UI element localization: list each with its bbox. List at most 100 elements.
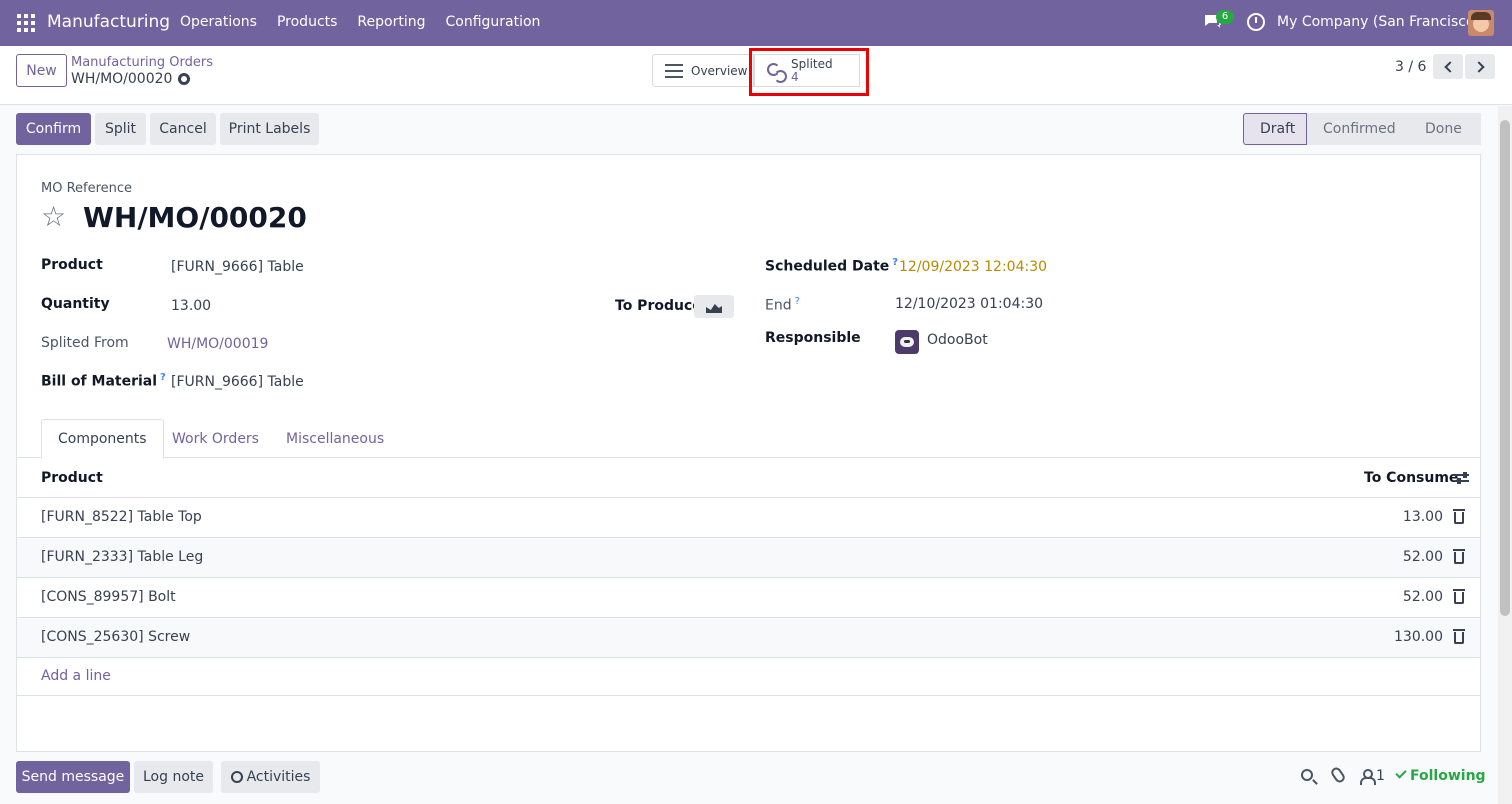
trash-icon[interactable] (1453, 509, 1465, 524)
star-icon[interactable]: ☆ (41, 203, 66, 231)
scrollbar-thumb[interactable] (1500, 120, 1510, 616)
row-product[interactable]: [CONS_89957] Bolt (41, 589, 176, 605)
search-icon[interactable] (1301, 769, 1313, 781)
log-note-button[interactable]: Log note (134, 761, 213, 793)
trash-icon[interactable] (1453, 589, 1465, 604)
pager-value[interactable]: 3 / 6 (1395, 59, 1426, 75)
row-to-consume[interactable]: 52.00 (1403, 549, 1443, 565)
cancel-button[interactable]: Cancel (150, 113, 216, 145)
to-produce-label: To Produce (615, 298, 702, 314)
add-line-row (17, 658, 1480, 696)
row-to-consume[interactable]: 13.00 (1403, 509, 1443, 525)
app-name[interactable]: Manufacturing (47, 12, 170, 32)
status-bar: Draft Confirmed Done (1243, 113, 1481, 145)
bom-field[interactable]: [FURN_9666] Table (171, 374, 304, 390)
tab-work-orders[interactable]: Work Orders (156, 419, 275, 458)
row-product[interactable]: [FURN_2333] Table Leg (41, 549, 203, 565)
overview-label: Overview (691, 63, 748, 78)
end-label: End? (765, 296, 800, 314)
attachment-icon[interactable] (1329, 765, 1347, 785)
help-icon[interactable]: ? (795, 296, 800, 307)
splited-from-label: Splited From (41, 335, 129, 351)
column-product[interactable]: Product (41, 470, 103, 486)
row-to-consume[interactable]: 52.00 (1403, 589, 1443, 605)
apps-grid-icon[interactable] (17, 14, 35, 32)
pager-previous-button[interactable] (1433, 54, 1463, 79)
product-field[interactable]: [FURN_9666] Table (171, 259, 304, 275)
followers-icon[interactable] (1360, 769, 1376, 785)
forecast-graph-button[interactable] (694, 295, 734, 318)
components-table-header: Product To Consume (17, 458, 1480, 498)
new-button[interactable]: New (16, 54, 67, 87)
quantity-field[interactable]: 13.00 (171, 298, 211, 314)
end-date-field[interactable]: 12/10/2023 01:04:30 (895, 296, 1043, 312)
followers-count[interactable]: 1 (1376, 768, 1385, 784)
help-icon[interactable]: ? (892, 257, 898, 268)
scheduled-date-label: Scheduled Date? (765, 257, 899, 275)
table-row[interactable]: [FURN_8522] Table Top 13.00 (17, 498, 1480, 538)
tab-miscellaneous[interactable]: Miscellaneous (270, 419, 400, 458)
splited-count: 4 (791, 69, 799, 84)
form-sheet: MO Reference ☆ WH/MO/00020 Product [FURN… (16, 154, 1481, 752)
top-navbar: Manufacturing Operations Products Report… (0, 0, 1512, 46)
status-draft[interactable]: Draft (1243, 113, 1307, 145)
menu-reporting[interactable]: Reporting (357, 14, 425, 30)
table-row[interactable]: [FURN_2333] Table Leg 52.00 (17, 538, 1480, 578)
row-product[interactable]: [FURN_8522] Table Top (41, 509, 202, 525)
column-to-consume[interactable]: To Consume (1364, 470, 1458, 486)
chevron-right-icon (1472, 60, 1485, 73)
row-product[interactable]: [CONS_25630] Screw (41, 629, 190, 645)
following-button[interactable]: Following (1395, 767, 1486, 784)
bars-icon (665, 63, 683, 78)
trash-icon[interactable] (1453, 629, 1465, 644)
trash-icon[interactable] (1453, 549, 1465, 564)
breadcrumb-current-record: WH/MO/00020 (71, 71, 191, 87)
breadcrumb-manufacturing-orders[interactable]: Manufacturing Orders (71, 55, 213, 70)
user-avatar[interactable] (1468, 10, 1494, 36)
area-chart-icon (706, 304, 722, 313)
control-panel: New Manufacturing Orders WH/MO/00020 Ove… (0, 46, 1512, 105)
check-icon (1395, 767, 1407, 779)
send-message-button[interactable]: Send message (16, 761, 130, 793)
splited-smart-button[interactable]: Splited 4 (754, 54, 860, 87)
menu-products[interactable]: Products (277, 14, 337, 30)
notebook-tabs: Components Work Orders Miscellaneous (17, 419, 1480, 459)
company-switcher[interactable]: My Company (San Francisco) (1277, 14, 1480, 30)
scheduled-date-field[interactable]: 12/09/2023 12:04:30 (899, 259, 1047, 275)
chevron-left-icon (1443, 60, 1456, 73)
splited-from-link[interactable]: WH/MO/00019 (167, 336, 268, 352)
confirm-button[interactable]: Confirm (16, 113, 91, 145)
menu-configuration[interactable]: Configuration (445, 14, 540, 30)
column-settings-icon[interactable] (1455, 472, 1469, 484)
chat-badge: 6 (1216, 10, 1234, 24)
bom-label: Bill of Material? (41, 372, 166, 390)
status-done[interactable]: Done (1409, 113, 1481, 145)
menu-operations[interactable]: Operations (180, 14, 257, 30)
activities-label: Activities (246, 769, 311, 785)
activity-clock-icon[interactable] (1247, 13, 1265, 31)
overview-smart-button[interactable]: Overview (652, 54, 754, 87)
split-button[interactable]: Split (95, 113, 146, 145)
gear-icon[interactable] (178, 73, 191, 85)
responsible-field[interactable]: OdooBot (927, 332, 988, 348)
activities-button[interactable]: Activities (221, 761, 320, 793)
pager-next-button[interactable] (1465, 54, 1495, 79)
page-title: WH/MO/00020 (83, 201, 307, 234)
table-row[interactable]: [CONS_25630] Screw 130.00 (17, 618, 1480, 658)
add-line-link[interactable]: Add a line (41, 668, 111, 684)
mo-reference-label: MO Reference (41, 181, 133, 196)
status-confirmed[interactable]: Confirmed (1307, 113, 1409, 145)
row-to-consume[interactable]: 130.00 (1394, 629, 1443, 645)
odoobot-avatar (895, 330, 919, 354)
quantity-label: Quantity (41, 296, 110, 312)
table-row[interactable]: [CONS_89957] Bolt 52.00 (17, 578, 1480, 618)
record-name: WH/MO/00020 (71, 71, 173, 87)
splited-label: Splited (791, 56, 833, 71)
responsible-label: Responsible (765, 330, 861, 346)
main-menu: Operations Products Reporting Configurat… (180, 14, 540, 30)
product-label: Product (41, 257, 103, 273)
help-icon[interactable]: ? (160, 372, 166, 383)
print-labels-button[interactable]: Print Labels (220, 113, 319, 145)
tab-components[interactable]: Components (41, 419, 164, 459)
clock-icon (230, 771, 243, 783)
